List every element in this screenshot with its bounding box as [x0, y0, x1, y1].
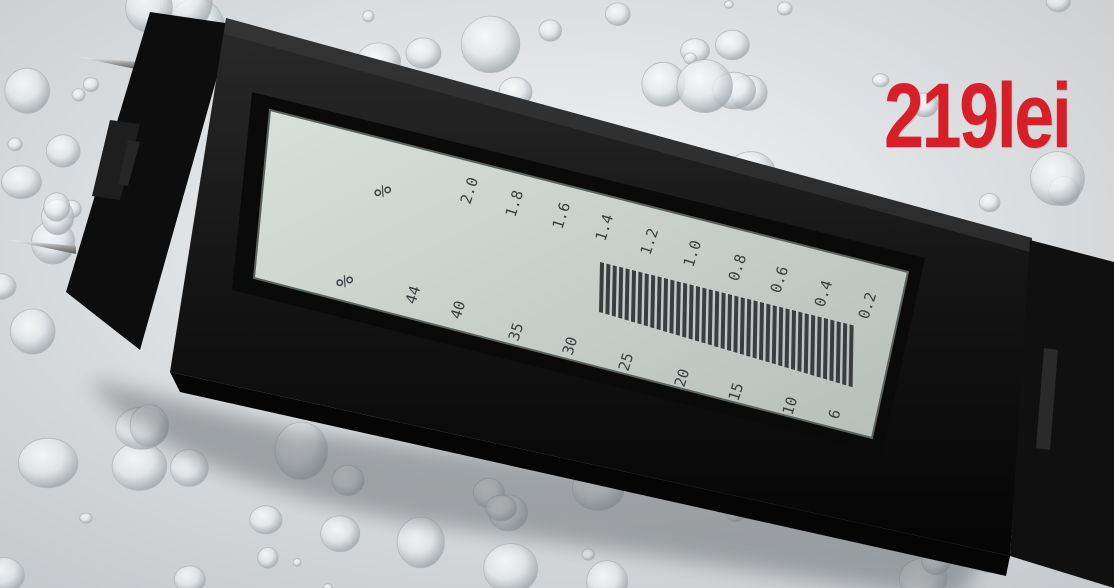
water-droplet — [676, 59, 733, 113]
price-label: 219lei — [884, 65, 1072, 167]
water-droplet — [45, 134, 81, 168]
water-droplet — [7, 137, 23, 152]
water-droplet — [483, 543, 539, 588]
water-droplet — [292, 558, 302, 567]
water-droplet — [82, 77, 100, 92]
water-droplet — [17, 437, 79, 489]
water-droplet — [460, 15, 521, 74]
water-droplet — [538, 19, 563, 42]
water-droplet — [715, 29, 750, 61]
water-droplet — [71, 88, 86, 102]
water-droplet — [320, 515, 361, 553]
water-droplet — [604, 2, 631, 26]
water-droplet — [978, 193, 1001, 213]
water-droplet — [724, 0, 734, 9]
water-droplet — [9, 308, 56, 355]
water-droplet — [43, 192, 71, 222]
water-droplet — [257, 546, 279, 569]
water-droplet — [362, 10, 375, 23]
water-droplet — [776, 1, 793, 16]
water-droplet — [581, 548, 596, 561]
water-droplet — [1, 165, 42, 200]
water-droplet — [249, 505, 283, 535]
water-droplet — [4, 67, 51, 114]
water-droplet — [79, 512, 93, 524]
water-droplet — [323, 583, 333, 588]
water-droplet — [405, 37, 442, 69]
